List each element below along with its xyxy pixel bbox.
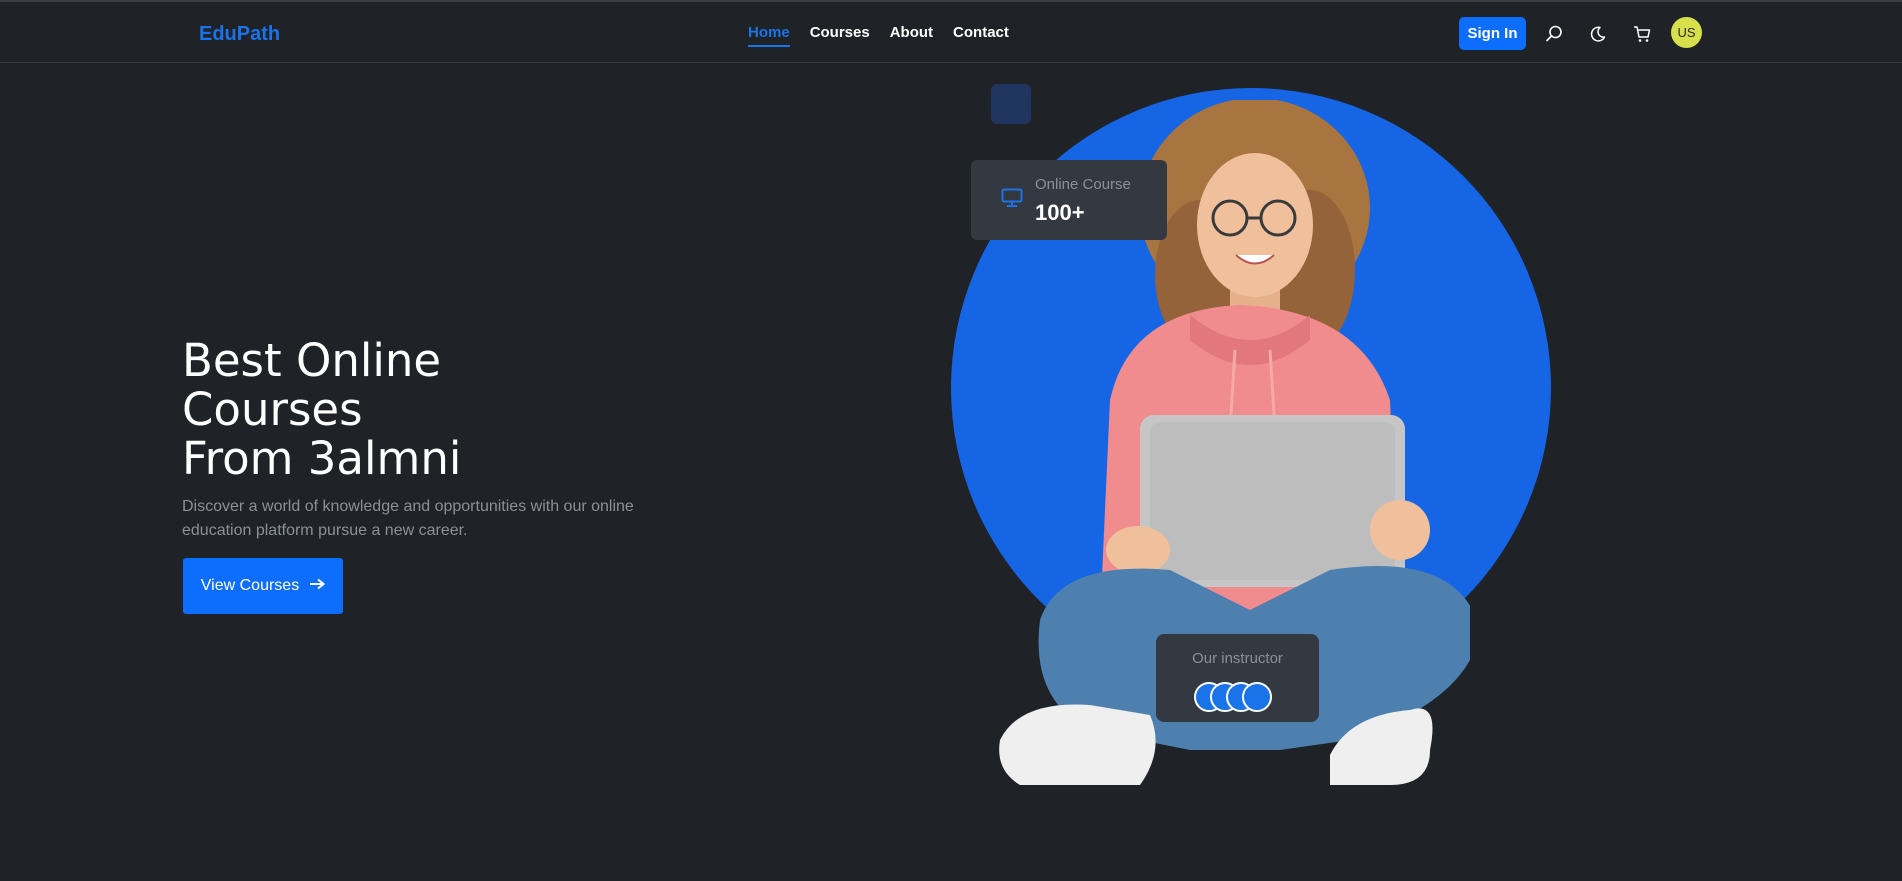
instructor-label: Our instructor — [1192, 650, 1283, 667]
moon-icon[interactable] — [1588, 24, 1608, 44]
navbar: EduPath Home Courses About Contact Sign … — [0, 2, 1902, 63]
view-courses-button[interactable]: View Courses — [183, 558, 343, 614]
stat-value: 100+ — [1035, 200, 1085, 225]
nav-links: Home Courses About Contact — [748, 24, 1009, 47]
search-icon[interactable] — [1544, 24, 1564, 44]
nav-link-home[interactable]: Home — [748, 24, 790, 47]
view-courses-label: View Courses — [200, 577, 300, 594]
hero-title-line: From 3almni — [182, 432, 462, 485]
hero-title: Best Online Courses From 3almni — [182, 336, 602, 483]
monitor-icon — [1001, 188, 1023, 213]
online-course-stat-card: Online Course 100+ — [971, 160, 1167, 240]
cart-icon[interactable] — [1632, 24, 1652, 44]
sign-in-button[interactable]: Sign In — [1459, 17, 1526, 50]
user-avatar[interactable]: US — [1671, 17, 1702, 48]
nav-link-courses[interactable]: Courses — [810, 24, 870, 47]
hero-title-line: Best Online — [182, 334, 442, 387]
arrow-right-icon — [309, 577, 326, 595]
nav-link-contact[interactable]: Contact — [953, 24, 1009, 47]
instructor-avatars — [1194, 682, 1294, 712]
instructor-card: Our instructor — [1156, 634, 1319, 722]
hero-title-line: Courses — [182, 383, 363, 436]
brand-logo[interactable]: EduPath — [199, 23, 280, 46]
nav-link-about[interactable]: About — [890, 24, 933, 47]
stat-label: Online Course — [1035, 176, 1131, 193]
hero-description: Discover a world of knowledge and opport… — [182, 498, 634, 539]
instructor-avatar[interactable] — [1242, 682, 1272, 712]
